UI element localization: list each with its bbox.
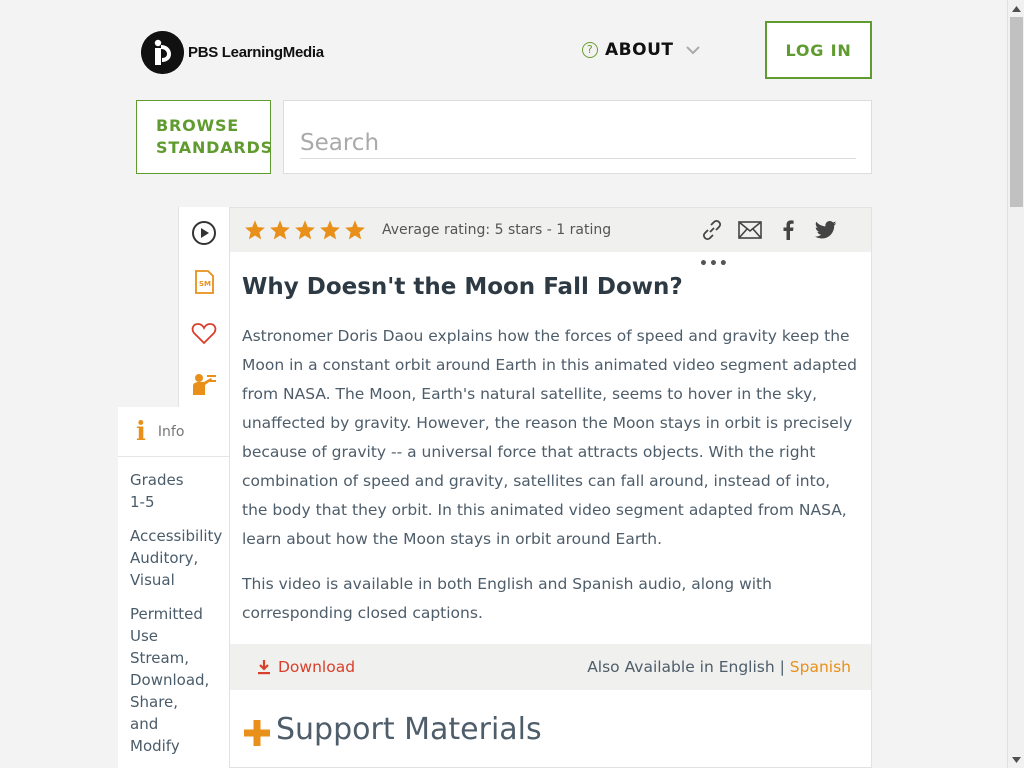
permitted-use-value: Download, [130, 671, 210, 689]
rating-share-bar: Average rating: 5 stars - 1 rating ••• [230, 208, 871, 272]
resource-meta: Grades 1-5 Accessibility Auditory, Visua… [118, 457, 229, 757]
resource-card: Average rating: 5 stars - 1 rating ••• W… [229, 207, 872, 768]
tab-info[interactable]: i Info [118, 407, 229, 457]
help-icon: ? [582, 42, 598, 58]
grades-value: 1-5 [130, 493, 155, 511]
download-icon [258, 660, 270, 675]
teacher-icon[interactable] [191, 371, 217, 397]
description-paragraph: Astronomer Doris Daou explains how the f… [242, 327, 857, 548]
heart-icon[interactable] [191, 321, 217, 347]
search-container [283, 100, 872, 174]
scrollbar-thumb[interactable] [1010, 17, 1023, 207]
description-paragraph: This video is available in both English … [242, 575, 772, 622]
permitted-use-value: Stream, [130, 649, 190, 667]
resource-title: Why Doesn't the Moon Fall Down? [242, 274, 683, 300]
accessibility-value: Auditory, [130, 549, 199, 567]
grades-block: Grades 1-5 [130, 469, 229, 513]
browse-label-line1: BROWSE [156, 116, 240, 135]
star-rating[interactable] [244, 219, 366, 241]
about-menu[interactable]: ? ABOUT [582, 40, 701, 60]
pbs-logo-icon [141, 30, 184, 74]
language-availability: Also Available in English | Spanish [587, 658, 851, 676]
more-options-icon[interactable]: ••• [699, 256, 729, 272]
twitter-icon[interactable] [814, 219, 838, 241]
permitted-use-value: Modify [130, 737, 180, 755]
info-icon: i [136, 416, 146, 447]
sm-document-icon[interactable]: SM [191, 269, 217, 295]
about-label: ABOUT [605, 40, 674, 60]
accessibility-label: Accessibility [130, 527, 223, 545]
browse-label-line2: STANDARDS [156, 138, 273, 157]
pbs-logo[interactable]: PBS LearningMedia [141, 30, 324, 74]
permitted-use-label: Use [130, 627, 159, 645]
logo-text: PBS LearningMedia [188, 43, 324, 61]
chevron-down-icon [686, 46, 701, 55]
accessibility-value: Visual [130, 571, 175, 589]
browse-standards-button[interactable]: BROWSE STANDARDS [136, 100, 273, 174]
support-materials-label: Support Materials [276, 712, 542, 747]
login-button[interactable]: LOG IN [765, 21, 872, 79]
star-icon[interactable] [269, 219, 291, 241]
support-materials-heading[interactable]: Support Materials [244, 712, 542, 747]
download-label: Download [278, 658, 356, 676]
email-icon[interactable] [738, 219, 762, 241]
permitted-use-label: Permitted [130, 605, 203, 623]
star-icon[interactable] [344, 219, 366, 241]
resource-action-rail: SM [178, 207, 229, 407]
star-icon[interactable] [294, 219, 316, 241]
spanish-link[interactable]: Spanish [790, 658, 851, 676]
info-tab-label: Info [157, 423, 185, 440]
play-icon[interactable] [191, 220, 217, 246]
permitted-use-value: and [130, 715, 159, 733]
search-input[interactable] [300, 127, 856, 159]
accessibility-block: Accessibility Auditory, Visual [130, 525, 229, 591]
resource-description: Astronomer Doris Daou explains how the f… [242, 322, 857, 628]
download-link[interactable]: Download [256, 658, 355, 676]
scroll-down-arrow-icon[interactable] [1008, 751, 1024, 768]
download-bar: Download Also Available in English | Spa… [230, 644, 871, 690]
svg-text:SM: SM [199, 280, 211, 288]
star-icon[interactable] [244, 219, 266, 241]
permitted-use-value: Share, [130, 693, 179, 711]
also-available-text: Also Available in English | [587, 658, 790, 676]
star-icon[interactable] [319, 219, 341, 241]
info-panel: i Info Grades 1-5 Accessibility Auditory… [118, 407, 229, 768]
share-icons [700, 219, 838, 241]
average-rating-text: Average rating: 5 stars - 1 rating [382, 222, 612, 238]
scroll-up-arrow-icon[interactable] [1008, 0, 1024, 17]
vertical-scrollbar[interactable] [1007, 0, 1024, 768]
facebook-icon[interactable] [776, 219, 800, 241]
plus-icon [244, 719, 270, 746]
grades-label: Grades [130, 471, 184, 489]
permitted-use-block: Permitted Use Stream, Download, Share, a… [130, 603, 229, 757]
link-icon[interactable] [700, 219, 724, 241]
